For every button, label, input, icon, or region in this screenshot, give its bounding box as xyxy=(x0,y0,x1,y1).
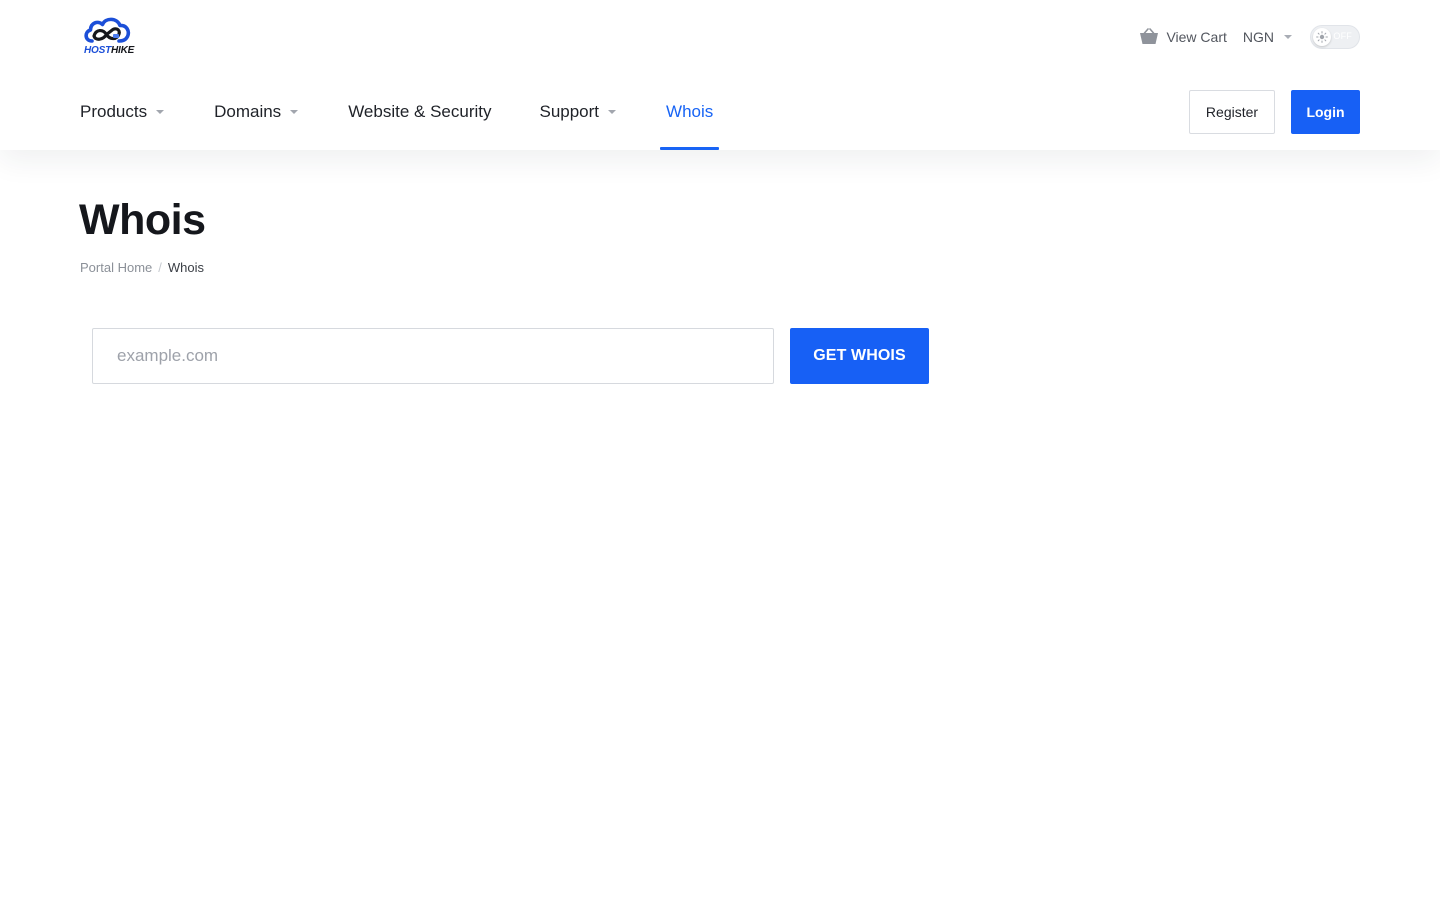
caret-down-icon xyxy=(608,110,617,114)
basket-icon xyxy=(1139,28,1159,46)
get-whois-button[interactable]: GET WHOIS xyxy=(790,328,929,384)
nav-item-products[interactable]: Products xyxy=(80,74,165,150)
nav-item-label: Domains xyxy=(214,102,282,121)
nav-item-domains[interactable]: Domains xyxy=(214,74,299,150)
whois-lookup-form: GET WHOIS xyxy=(92,328,929,384)
breadcrumb-current: Whois xyxy=(167,260,204,275)
view-cart-label: View Cart xyxy=(1166,29,1227,45)
nav-item-website-security[interactable]: Website & Security xyxy=(348,74,491,150)
nav-item-support[interactable]: Support xyxy=(539,74,617,150)
currency-selector[interactable]: NGN xyxy=(1243,29,1292,45)
login-button[interactable]: Login xyxy=(1291,90,1360,134)
breadcrumb: Portal Home / Whois xyxy=(80,260,204,275)
currency-label: NGN xyxy=(1242,29,1274,45)
nav-item-whois[interactable]: Whois xyxy=(660,74,720,150)
toggle-knob xyxy=(1313,28,1331,46)
top-utility-bar: View Cart NGN OFF xyxy=(1139,24,1360,50)
breadcrumb-portal-home[interactable]: Portal Home xyxy=(80,260,152,275)
brand-logo[interactable]: HOSTHIKE xyxy=(82,15,134,59)
brand-name-hike: HIKE xyxy=(110,45,135,56)
sun-icon xyxy=(1316,31,1328,43)
breadcrumb-separator: / xyxy=(158,260,162,275)
auth-buttons: Register Login xyxy=(1189,90,1360,134)
toggle-state-label: OFF xyxy=(1333,31,1352,41)
nav-item-label: Website & Security xyxy=(348,102,492,121)
caret-down-icon xyxy=(290,110,299,114)
caret-down-icon xyxy=(156,110,165,114)
domain-input[interactable] xyxy=(92,328,774,384)
main-navigation: Products Domains Website & Security Supp… xyxy=(80,74,720,150)
view-cart-link[interactable]: View Cart xyxy=(1139,28,1227,46)
nav-item-label: Products xyxy=(80,102,148,121)
brand-name-host: HOST xyxy=(84,45,111,56)
register-button[interactable]: Register xyxy=(1189,90,1275,134)
page-title: Whois xyxy=(79,196,206,244)
caret-down-icon xyxy=(1284,35,1292,39)
brand-wordmark: HOSTHIKE xyxy=(84,45,134,56)
nav-item-label: Whois xyxy=(666,102,714,121)
cloud-logo-icon xyxy=(84,17,131,43)
nav-item-label: Support xyxy=(539,102,600,121)
site-header: HOSTHIKE View Cart NGN OFF Products Doma… xyxy=(0,0,1440,150)
dark-mode-toggle[interactable]: OFF xyxy=(1310,25,1360,49)
